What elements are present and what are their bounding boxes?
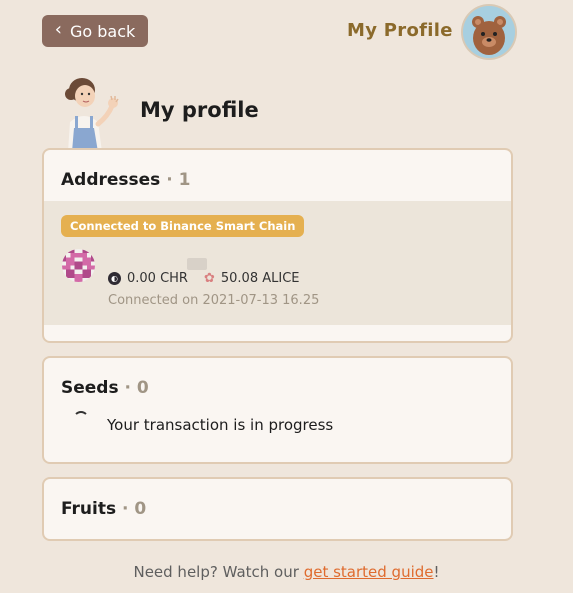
get-started-guide-link[interactable]: get started guide (304, 563, 434, 581)
fruits-heading: Fruits · 0 (61, 499, 146, 519)
addresses-count: 1 (178, 170, 191, 190)
fruits-count: 0 (134, 499, 147, 519)
addresses-heading: Addresses · 1 (61, 170, 190, 190)
chr-token-icon: ◐ (108, 272, 121, 285)
header-title: My Profile (347, 20, 453, 41)
balances-row: ◐ 0.00 CHR ✿ 50.08 ALICE (108, 271, 299, 286)
fruits-label: Fruits (61, 499, 117, 519)
go-back-label: Go back (69, 21, 136, 41)
address-item[interactable]: Connected to Binance Smart Chain ◐ 0.00 … (44, 201, 511, 325)
go-back-button[interactable]: ‹ Go back (42, 15, 148, 47)
help-prefix: Need help? Watch our (133, 563, 304, 581)
seeds-count: 0 (136, 378, 149, 398)
mascot-illustration (50, 72, 126, 152)
chain-status-badge: Connected to Binance Smart Chain (61, 215, 305, 237)
page-title: My profile (140, 98, 259, 122)
connected-timestamp: Connected on 2021-07-13 16.25 (108, 293, 320, 308)
help-suffix: ! (433, 563, 440, 581)
seeds-heading: Seeds · 0 (61, 378, 149, 398)
addresses-separator: · (166, 170, 173, 190)
loading-spinner-icon (73, 411, 89, 427)
fruits-card: Fruits · 0 (42, 477, 513, 541)
token-placeholder (187, 258, 207, 270)
chr-balance: 0.00 CHR (127, 271, 188, 286)
addresses-label: Addresses (61, 170, 161, 190)
fruits-separator: · (122, 499, 129, 519)
transaction-status: Your transaction is in progress (107, 416, 334, 434)
chevron-left-icon: ‹ (54, 19, 62, 40)
wallet-identicon-icon (62, 249, 95, 282)
addresses-card: Addresses · 1 Connected to Binance Smart… (42, 148, 513, 343)
alice-balance: 50.08 ALICE (220, 271, 300, 286)
seeds-card: Seeds · 0 Your transaction is in progres… (42, 356, 513, 464)
seeds-label: Seeds (61, 378, 119, 398)
seeds-separator: · (124, 378, 131, 398)
alice-token-icon: ✿ (203, 271, 215, 286)
bear-avatar-icon[interactable] (463, 6, 515, 58)
help-footer: Need help? Watch our get started guide! (0, 563, 573, 581)
